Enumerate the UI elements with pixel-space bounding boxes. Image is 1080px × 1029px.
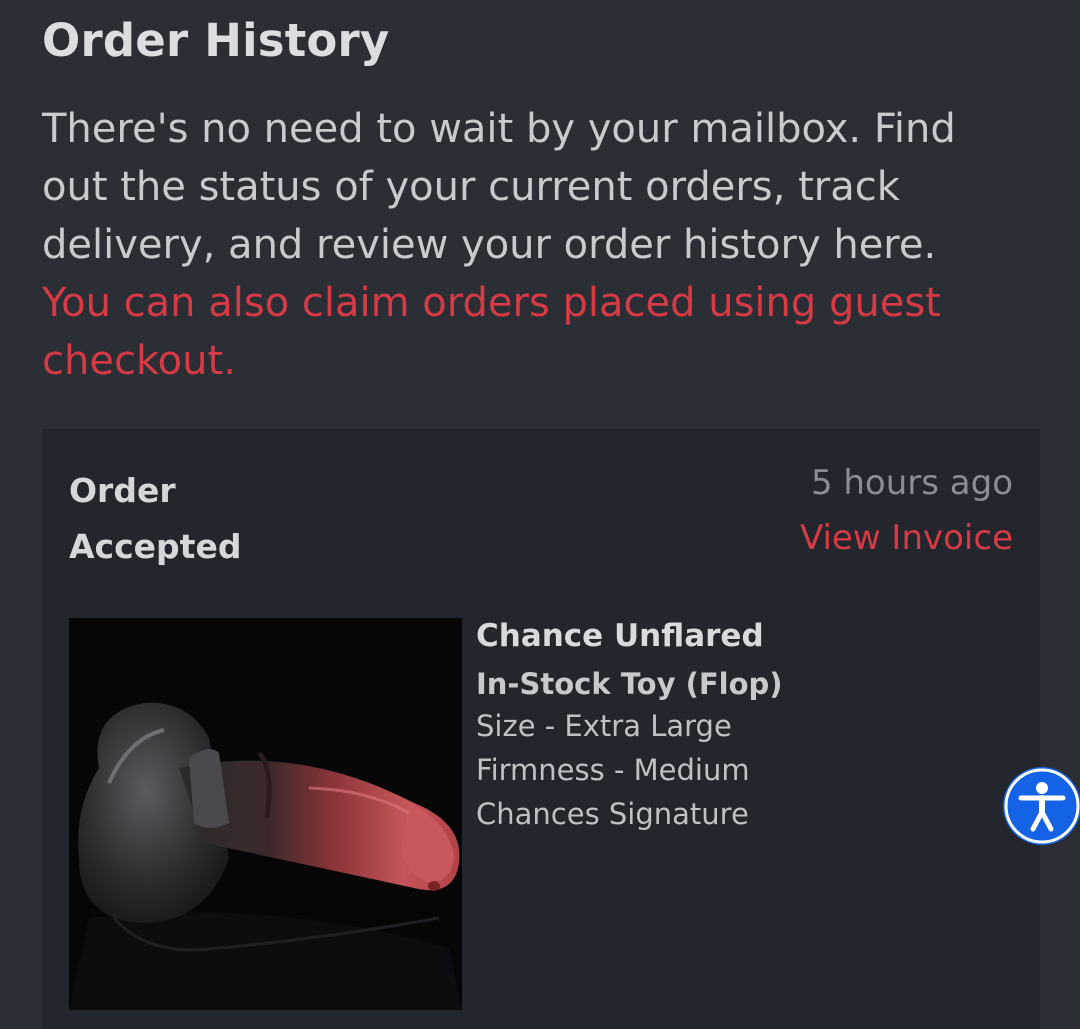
- product-photo-graphic: [69, 618, 462, 1010]
- intro-line: There's no need to wait by your mailbox.…: [42, 106, 956, 152]
- claim-link-line[interactable]: checkout.: [42, 332, 1022, 390]
- product-details: Chance Unflared In-Stock Toy (Flop) Size…: [476, 616, 996, 836]
- order-status-line: Accepted: [69, 527, 242, 566]
- product-option-firmness: Firmness - Medium: [476, 753, 750, 787]
- intro-text: There's no need to wait by your mailbox.…: [42, 100, 1022, 390]
- product-option-size: Size - Extra Large: [476, 709, 732, 743]
- intro-line: out the status of your current orders, t…: [42, 164, 900, 210]
- view-invoice-link[interactable]: View Invoice: [800, 518, 1013, 558]
- product-image[interactable]: [69, 618, 462, 1010]
- intro-line: delivery, and review your order history …: [42, 222, 937, 268]
- order-history-page: Order History There's no need to wait by…: [0, 0, 1080, 1029]
- claim-guest-orders-link[interactable]: You can also claim orders placed using g…: [42, 274, 1022, 390]
- product-variant: In-Stock Toy (Flop): [476, 667, 783, 701]
- order-timestamp: 5 hours ago: [810, 463, 1013, 503]
- accessibility-person-icon: [1004, 768, 1080, 844]
- order-status: Order Accepted: [69, 463, 241, 575]
- product-name[interactable]: Chance Unflared: [476, 616, 996, 656]
- order-card: Order Accepted 5 hours ago View Invoice: [42, 429, 1040, 1029]
- product-option-signature: Chances Signature: [476, 797, 749, 831]
- page-title: Order History: [42, 14, 390, 67]
- order-status-line: Order: [69, 471, 176, 510]
- claim-link-line[interactable]: You can also claim orders placed using g…: [42, 274, 1022, 332]
- accessibility-button[interactable]: [1003, 767, 1080, 845]
